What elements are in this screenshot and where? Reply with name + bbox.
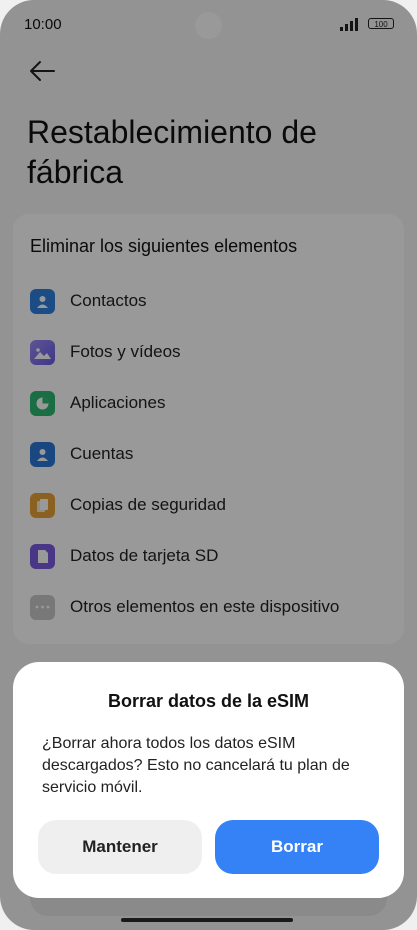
dialog-title: Borrar datos de la eSIM [107, 691, 310, 711]
home-indicator[interactable] [121, 918, 293, 922]
phone-screen: 10:00 100 Restablecimiento de fábrica El… [0, 0, 417, 930]
delete-button[interactable]: Borrar [215, 820, 379, 874]
dialog-message: ¿Borrar ahora todos los datos eSIM desca… [42, 735, 350, 796]
keep-button[interactable]: Mantener [38, 820, 202, 874]
esim-dialog: Borrar datos de la eSIM ¿Borrar ahora to… [13, 662, 404, 898]
